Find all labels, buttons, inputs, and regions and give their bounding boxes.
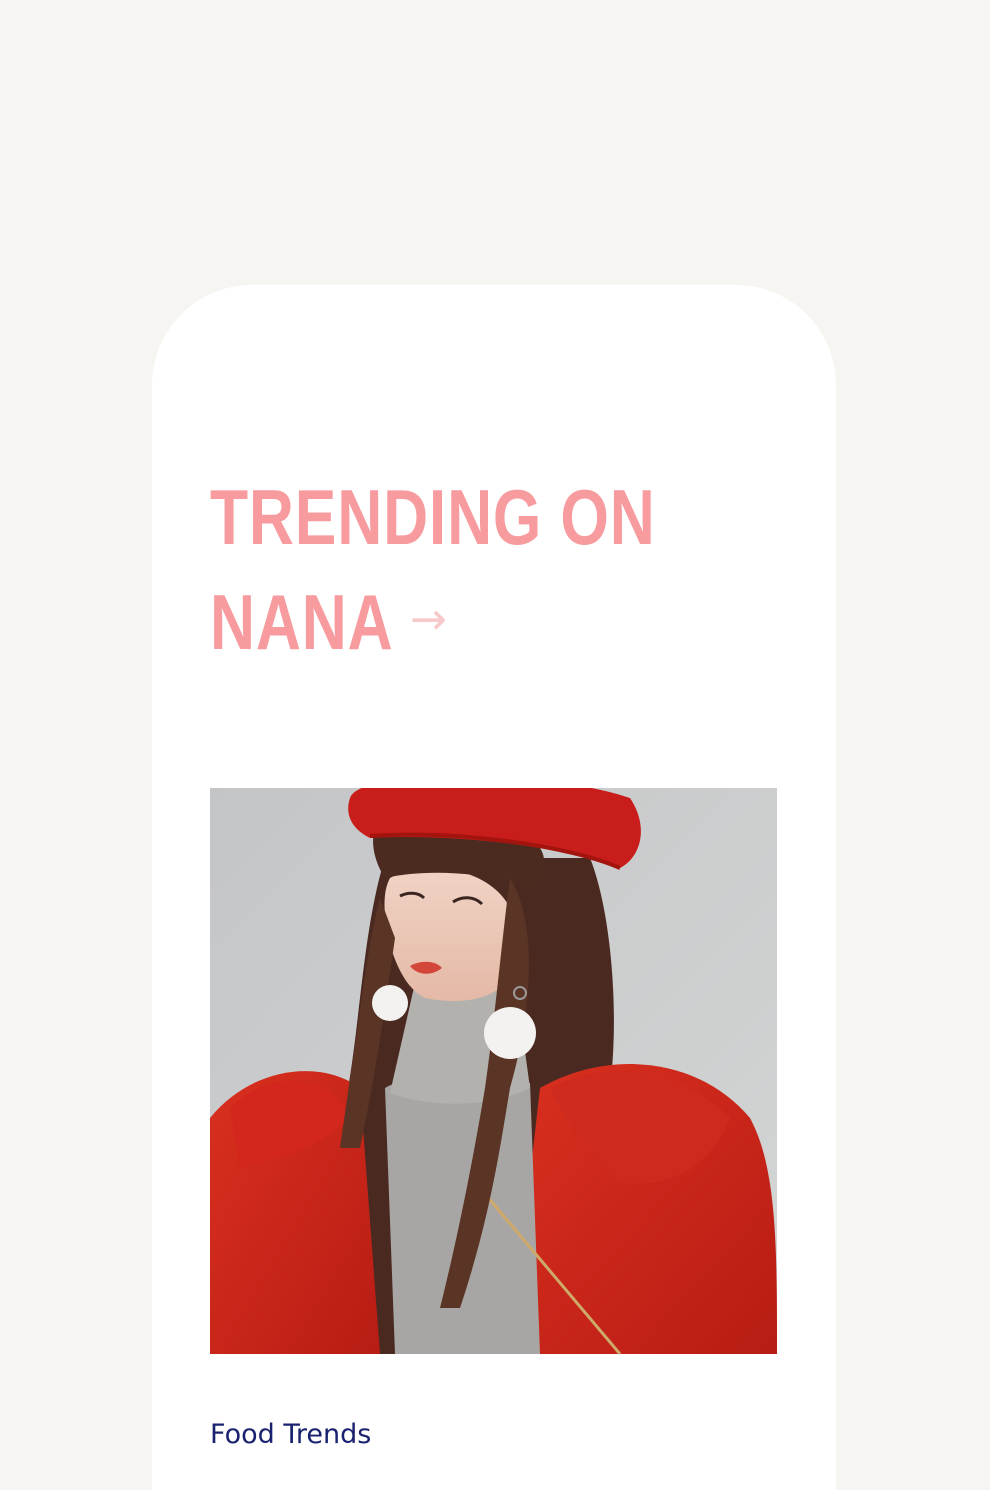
featured-photo[interactable] [210, 788, 777, 1354]
arrow-right-icon[interactable]: → [410, 595, 447, 645]
trending-card: TRENDING ON NANA → Food Trends [152, 285, 836, 1490]
section-title-line-1: TRENDING ON [210, 473, 656, 561]
fashion-photo-illustration [210, 788, 777, 1354]
category-link[interactable]: Food Trends [210, 1415, 371, 1455]
